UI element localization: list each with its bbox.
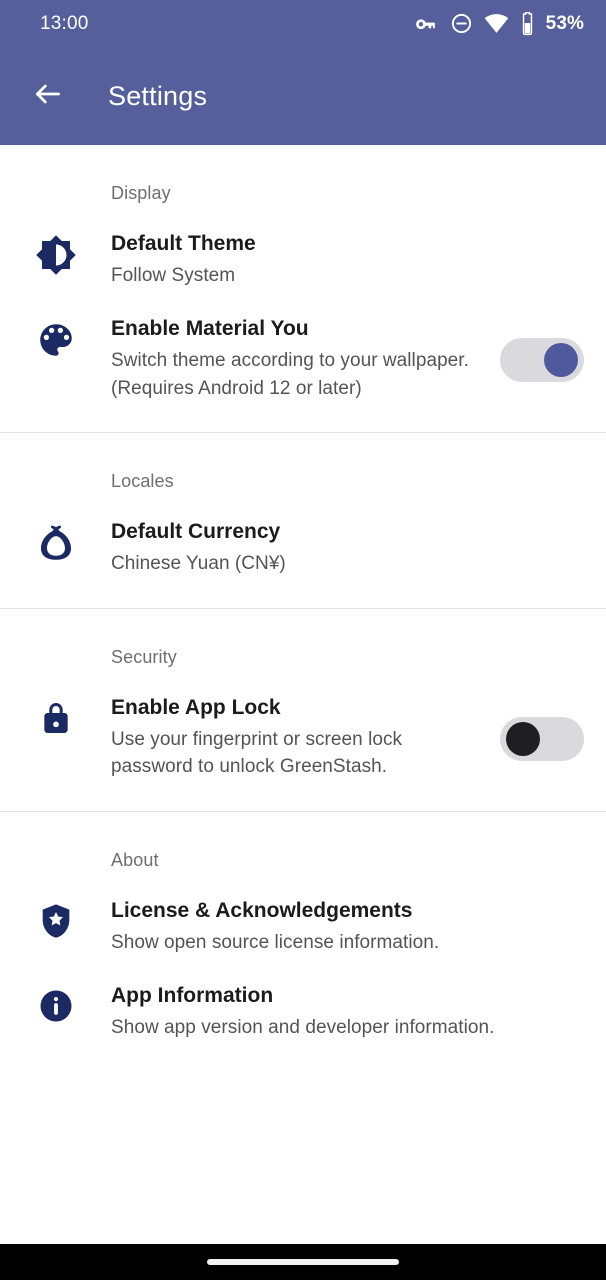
setting-row-app-lock[interactable]: Enable App Lock Use your fingerprint or … [0, 668, 606, 811]
section-header-locales: Locales [0, 433, 606, 492]
app-lock-toggle[interactable] [500, 717, 584, 761]
status-bar-icons: 53% [414, 11, 584, 36]
setting-subtitle: Show open source license information. [111, 929, 574, 957]
setting-text: Default Currency Chinese Yuan (CN¥) [111, 519, 584, 577]
lock-icon [0, 695, 111, 738]
setting-row-default-currency[interactable]: Default Currency Chinese Yuan (CN¥) [0, 492, 606, 607]
setting-subtitle: Chinese Yuan (CN¥) [111, 550, 574, 578]
brightness-contrast-icon [0, 231, 111, 276]
back-arrow-icon [32, 78, 64, 115]
section-locales: Locales Default Currency Chinese Yuan (C… [0, 433, 606, 607]
do-not-disturb-icon [450, 12, 473, 35]
setting-text: License & Acknowledgements Show open sou… [111, 898, 584, 956]
section-header-display: Display [0, 145, 606, 204]
setting-title: Default Currency [111, 519, 574, 546]
shield-star-icon [0, 898, 111, 941]
setting-title: Default Theme [111, 231, 574, 258]
setting-subtitle: Show app version and developer informati… [111, 1014, 574, 1042]
home-gesture-pill[interactable] [207, 1259, 399, 1265]
settings-screen: 13:00 [0, 0, 606, 1280]
section-about: About License & Acknowledgements Show op… [0, 812, 606, 1072]
setting-title: Enable Material You [111, 316, 488, 343]
setting-row-default-theme[interactable]: Default Theme Follow System [0, 204, 606, 289]
setting-text: App Information Show app version and dev… [111, 983, 584, 1041]
setting-title: App Information [111, 983, 574, 1010]
material-you-toggle[interactable] [500, 338, 584, 382]
battery-percent-label: 53% [546, 13, 584, 35]
info-icon [0, 983, 111, 1026]
battery-icon [520, 11, 535, 36]
setting-subtitle: Use your fingerprint or screen lock pass… [111, 726, 488, 781]
settings-list: Display Default Theme Follow System [0, 145, 606, 1244]
setting-control [498, 336, 584, 382]
back-button[interactable] [28, 76, 68, 116]
money-bag-icon [0, 519, 111, 566]
toggle-thumb [544, 343, 578, 377]
setting-text: Enable Material You Switch theme accordi… [111, 316, 498, 402]
setting-subtitle: Switch theme according to your wallpaper… [111, 347, 488, 402]
section-display: Display Default Theme Follow System [0, 145, 606, 432]
section-header-about: About [0, 812, 606, 871]
section-header-security: Security [0, 609, 606, 668]
app-bar: Settings [0, 47, 606, 145]
setting-row-license[interactable]: License & Acknowledgements Show open sou… [0, 871, 606, 956]
setting-text: Enable App Lock Use your fingerprint or … [111, 695, 498, 781]
setting-title: License & Acknowledgements [111, 898, 574, 925]
setting-text: Default Theme Follow System [111, 231, 584, 289]
status-bar: 13:00 [0, 0, 606, 47]
setting-control [498, 715, 584, 761]
setting-title: Enable App Lock [111, 695, 488, 722]
section-security: Security Enable App Lock Use your finger… [0, 609, 606, 811]
wifi-icon [484, 11, 509, 36]
status-bar-clock: 13:00 [40, 13, 89, 35]
toggle-thumb [506, 722, 540, 756]
vpn-key-icon [414, 11, 439, 36]
setting-row-material-you[interactable]: Enable Material You Switch theme accordi… [0, 289, 606, 432]
setting-row-app-information[interactable]: App Information Show app version and dev… [0, 956, 606, 1071]
system-navigation-bar [0, 1244, 606, 1280]
setting-subtitle: Follow System [111, 262, 574, 290]
palette-icon [0, 316, 111, 361]
page-title: Settings [108, 81, 207, 112]
